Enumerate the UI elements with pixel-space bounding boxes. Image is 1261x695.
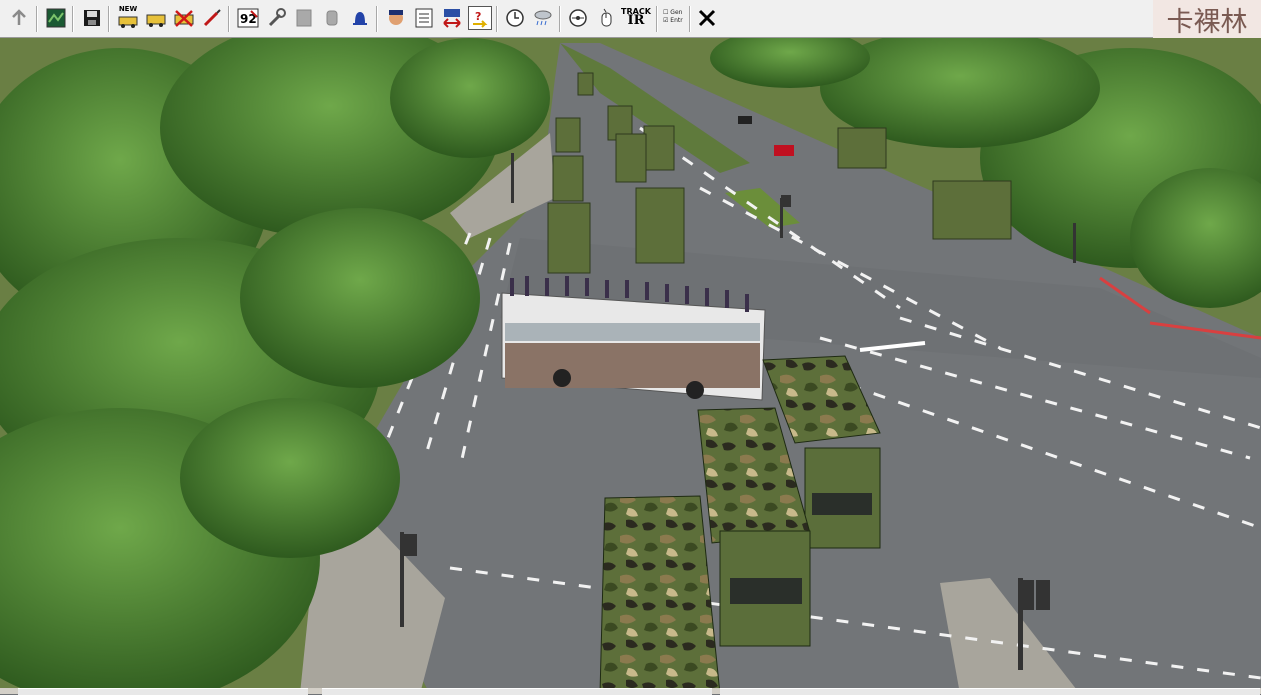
bell-icon[interactable] bbox=[348, 6, 372, 30]
edit-tool-icon[interactable] bbox=[200, 6, 224, 30]
entr-checkbox-label[interactable]: ☑ Entr bbox=[663, 17, 683, 25]
toolbar: NEW 92 ? TRACK IR ☐ Gen ☑ Entr 卡裸林 bbox=[0, 0, 1261, 38]
watermark: 卡裸林 bbox=[1153, 0, 1261, 38]
svg-text:?: ? bbox=[475, 10, 481, 23]
compass-icon[interactable] bbox=[566, 6, 590, 30]
weather-icon[interactable] bbox=[531, 6, 555, 30]
close-icon[interactable] bbox=[695, 6, 719, 30]
transfer-icon[interactable] bbox=[440, 6, 464, 30]
new-label: NEW bbox=[118, 5, 138, 13]
clock-icon[interactable] bbox=[503, 6, 527, 30]
mouse-icon[interactable] bbox=[594, 6, 618, 30]
gen-checkbox-label[interactable]: ☐ Gen bbox=[663, 9, 683, 17]
3d-scene bbox=[0, 38, 1261, 694]
checkbox-icon[interactable]: ☐ Gen ☑ Entr bbox=[663, 9, 683, 25]
track-ir-button[interactable]: TRACK IR bbox=[620, 7, 652, 28]
map-icon[interactable] bbox=[44, 6, 68, 30]
wrench-icon[interactable] bbox=[264, 6, 288, 30]
vehicle-icon[interactable] bbox=[144, 6, 168, 30]
blank-icon[interactable] bbox=[292, 6, 316, 30]
camo-truck-3 bbox=[599, 495, 721, 694]
help-icon[interactable]: ? bbox=[468, 6, 492, 30]
track-ir-label-bottom: IR bbox=[627, 13, 645, 28]
number-icon[interactable]: 92 bbox=[236, 6, 260, 30]
game-viewport[interactable] bbox=[0, 38, 1261, 694]
driver-icon[interactable] bbox=[384, 6, 408, 30]
delete-vehicle-icon[interactable] bbox=[172, 6, 196, 30]
up-arrow-icon[interactable] bbox=[7, 6, 31, 30]
list-icon[interactable] bbox=[412, 6, 436, 30]
save-icon[interactable] bbox=[80, 6, 104, 30]
cylinder-icon[interactable] bbox=[320, 6, 344, 30]
status-strip bbox=[0, 688, 1261, 695]
